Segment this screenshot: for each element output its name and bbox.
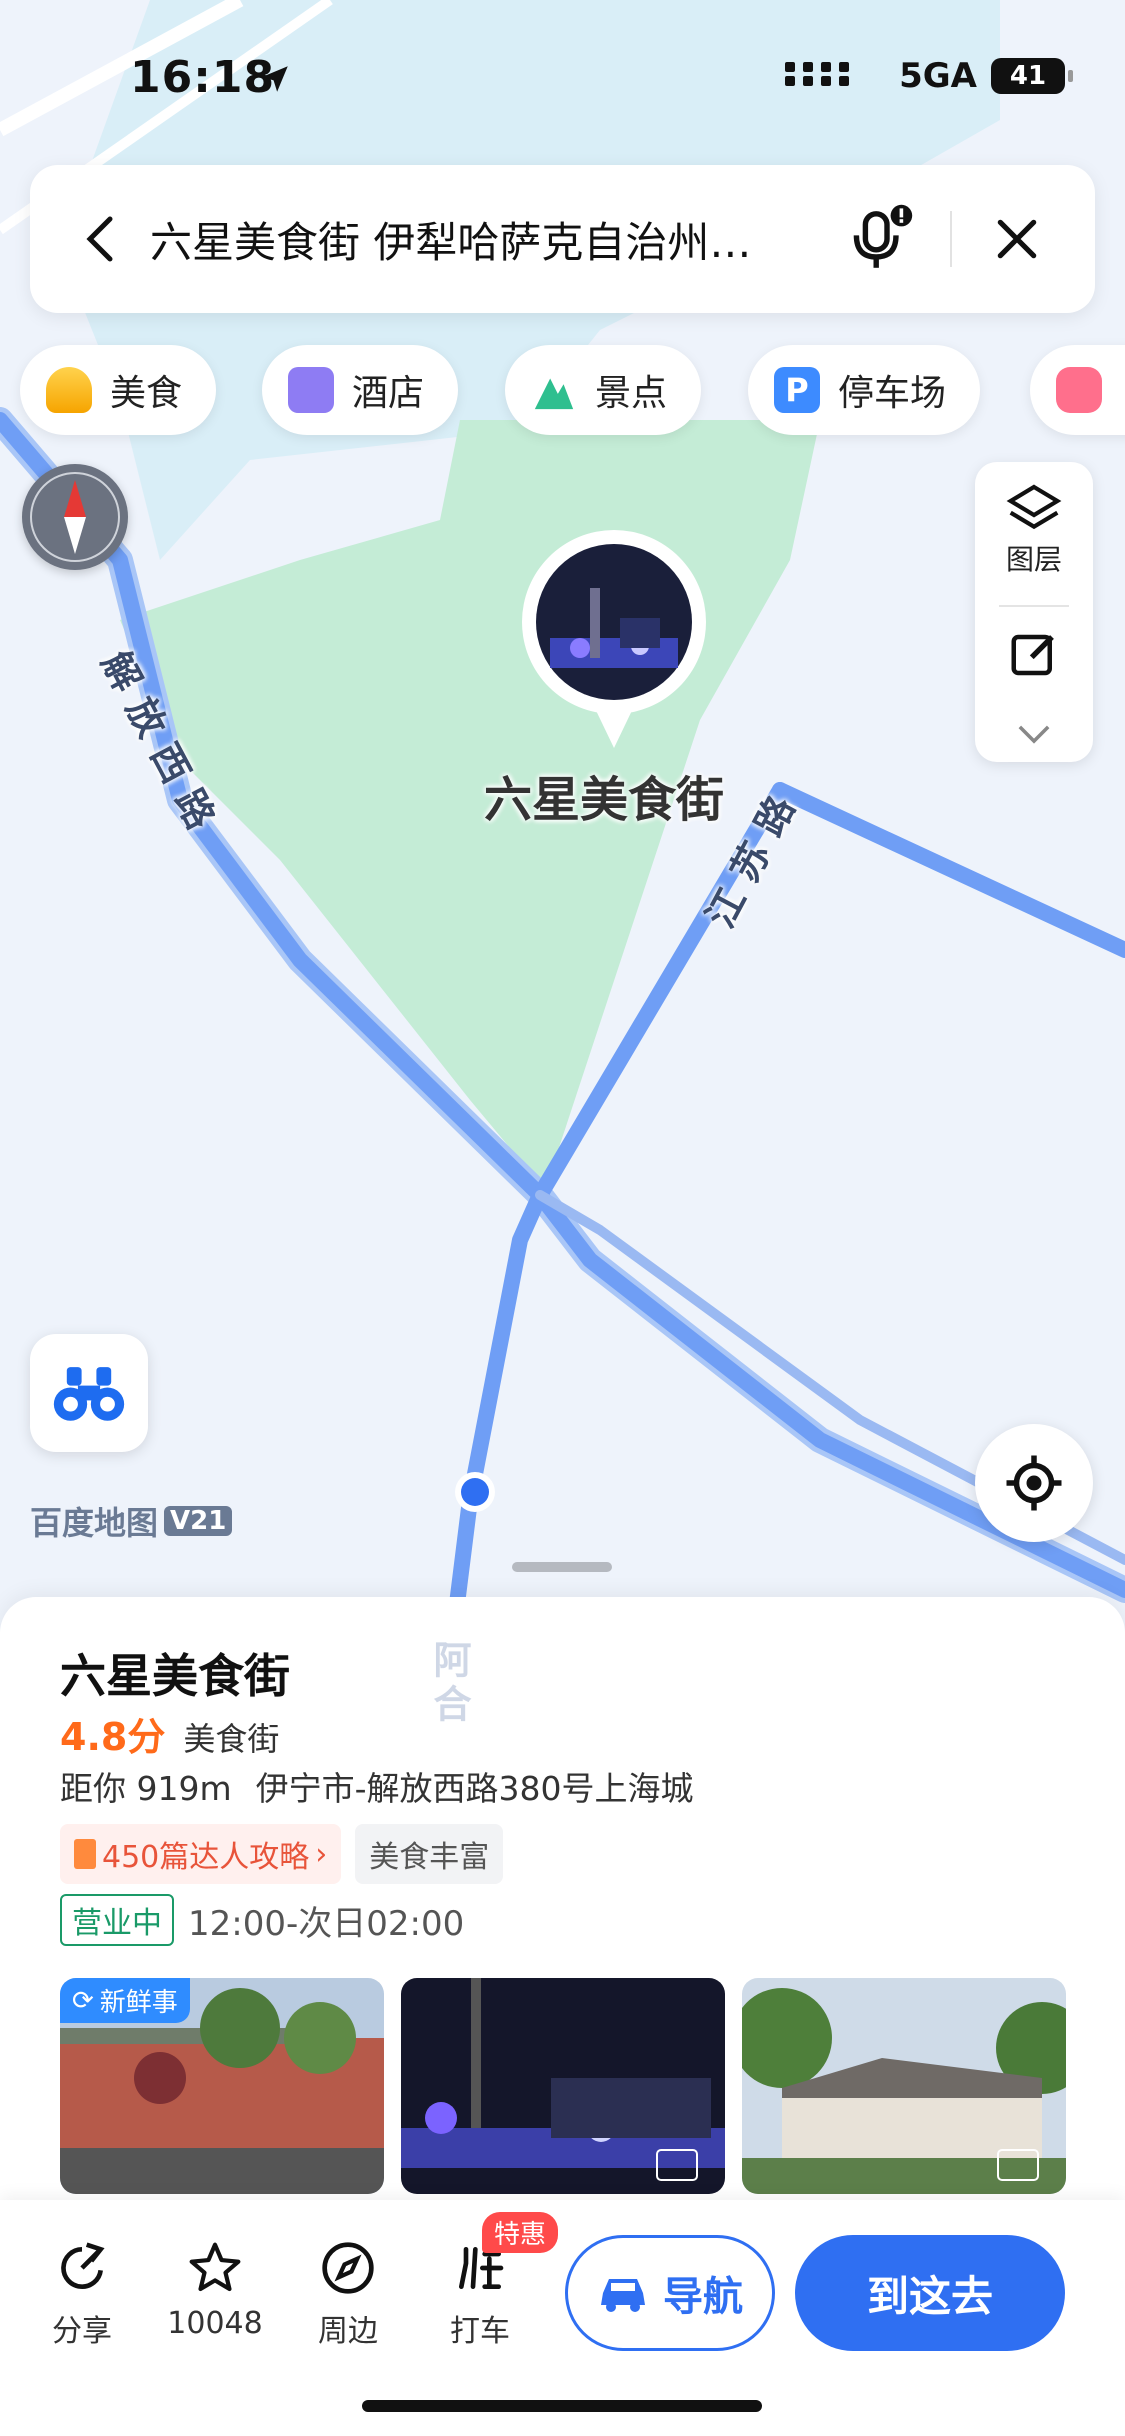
refresh-icon: ⟳ (72, 1985, 94, 2016)
map-control-panel: 图层 反馈 (975, 462, 1093, 762)
guide-book-icon (74, 1839, 96, 1869)
microphone-icon[interactable] (842, 203, 914, 275)
nearby-button[interactable]: 周边 (288, 2240, 408, 2350)
locate-icon (1006, 1455, 1062, 1511)
chevron-down-icon[interactable] (1017, 724, 1051, 744)
go-here-label: 到这去 (866, 2271, 993, 2321)
baidu-map-brand: 百度地图 V21 (30, 1498, 233, 1544)
taxi-button[interactable]: 打车 (420, 2240, 540, 2350)
place-name: 六星美食街 (60, 1649, 290, 1703)
category-hotel[interactable]: 酒店 (262, 345, 459, 435)
category-label: 酒店 (352, 373, 425, 414)
brand-version: V21 (164, 1506, 233, 1536)
photo-image (742, 1978, 1066, 2194)
network-type: 5GA (899, 56, 977, 96)
category-label: 停车场 (838, 373, 947, 414)
open-status-badge: 营业中 (60, 1894, 174, 1946)
go-here-button[interactable]: 到这去 (795, 2235, 1065, 2351)
place-rating-row: 4.8分 美食街 (60, 1706, 279, 1761)
fresh-news-badge: ⟳ 新鲜事 (60, 1978, 190, 2023)
photo-thumbnail[interactable] (742, 1978, 1066, 2194)
nearby-label: 周边 (318, 2314, 378, 2349)
status-time: 16:18 (130, 52, 276, 103)
search-bar[interactable]: 六星美食街 伊犁哈萨克自治州伊宁市 (30, 165, 1095, 313)
sheet-handle[interactable] (512, 1562, 612, 1572)
hotel-icon (288, 367, 334, 413)
photo-thumbnail[interactable] (401, 1978, 725, 2194)
feature-tag: 美食丰富 (355, 1824, 504, 1884)
chevron-right-icon: › (315, 1836, 328, 1872)
favorite-count: 10048 (167, 2306, 263, 2341)
feedback-button[interactable]: 反馈 (975, 628, 1093, 686)
category-label: 美食 (110, 373, 183, 414)
share-icon (61, 2242, 105, 2289)
poi-name-label[interactable]: 六星美食街 (484, 760, 724, 830)
brand-name: 百度地图 (30, 1504, 159, 1542)
navigate-button[interactable]: 导航 (565, 2235, 775, 2351)
layers-button[interactable]: 图层 (975, 482, 1093, 578)
share-label: 分享 (52, 2314, 112, 2349)
food-icon (46, 367, 92, 413)
road-label-a: 阿合 (427, 1640, 471, 1728)
opening-hours: 12:00-次日02:00 (188, 1903, 465, 1944)
category-label: 景点 (595, 373, 668, 414)
taxi-discount-badge: 特惠 (482, 2212, 559, 2253)
search-divider (950, 211, 952, 267)
place-address-row: 距你 919m 伊宁市-解放西路380号上海城 (60, 1762, 694, 1810)
poi-pin-icon (522, 530, 706, 748)
hours-row: 营业中 12:00-次日02:00 (60, 1894, 464, 1946)
place-rating: 4.8分 (60, 1715, 166, 1759)
category-entertainment[interactable] (1030, 345, 1125, 435)
parking-icon: P (774, 367, 820, 413)
scenic-icon (534, 378, 574, 410)
car-icon (601, 2279, 645, 2312)
guide-tag[interactable]: 450篇达人攻略 › (60, 1824, 342, 1884)
home-indicator (362, 2400, 762, 2412)
compass-button[interactable] (22, 464, 128, 570)
binoculars-icon (53, 1367, 125, 1421)
place-distance: 距你 919m (60, 1769, 232, 1808)
close-icon[interactable] (992, 214, 1042, 264)
favorite-button[interactable]: 10048 (155, 2240, 275, 2341)
gamepad-icon (1056, 367, 1102, 413)
place-address: 伊宁市-解放西路380号上海城 (255, 1769, 694, 1808)
photo-image (401, 1978, 725, 2194)
star-icon (189, 2242, 241, 2292)
poi-marker[interactable] (520, 528, 708, 748)
edit-icon (1011, 634, 1054, 676)
back-icon[interactable] (80, 211, 120, 267)
photo-thumbnail[interactable]: ⟳ 新鲜事 (60, 1978, 384, 2194)
battery-indicator: 41 (991, 58, 1073, 94)
share-button[interactable]: 分享 (22, 2240, 142, 2350)
signal-icon (785, 62, 850, 86)
category-food[interactable]: 美食 (20, 345, 217, 435)
compass-icon (30, 472, 120, 562)
locate-button[interactable] (975, 1424, 1093, 1542)
search-query[interactable]: 六星美食街 伊犁哈萨克自治州伊宁市 (150, 209, 790, 270)
guide-tag-label: 450篇达人攻略 (102, 1840, 310, 1875)
fresh-badge-label: 新鲜事 (99, 1988, 178, 2018)
navigate-label: 导航 (663, 2274, 743, 2320)
category-scenic[interactable]: 景点 (505, 345, 702, 435)
place-category: 美食街 (183, 1720, 280, 1758)
status-right: 5GA 41 (785, 56, 1073, 96)
taxi-label: 打车 (450, 2314, 510, 2349)
control-divider (999, 605, 1069, 607)
place-tags: 450篇达人攻略 › 美食丰富 (60, 1824, 504, 1884)
location-arrow-icon (262, 66, 288, 92)
layers-label: 图层 (1005, 543, 1062, 576)
layers-icon (1006, 484, 1062, 530)
compass-nearby-icon (322, 2242, 374, 2294)
explore-button[interactable] (30, 1334, 148, 1452)
category-parking[interactable]: P 停车场 (748, 345, 981, 435)
